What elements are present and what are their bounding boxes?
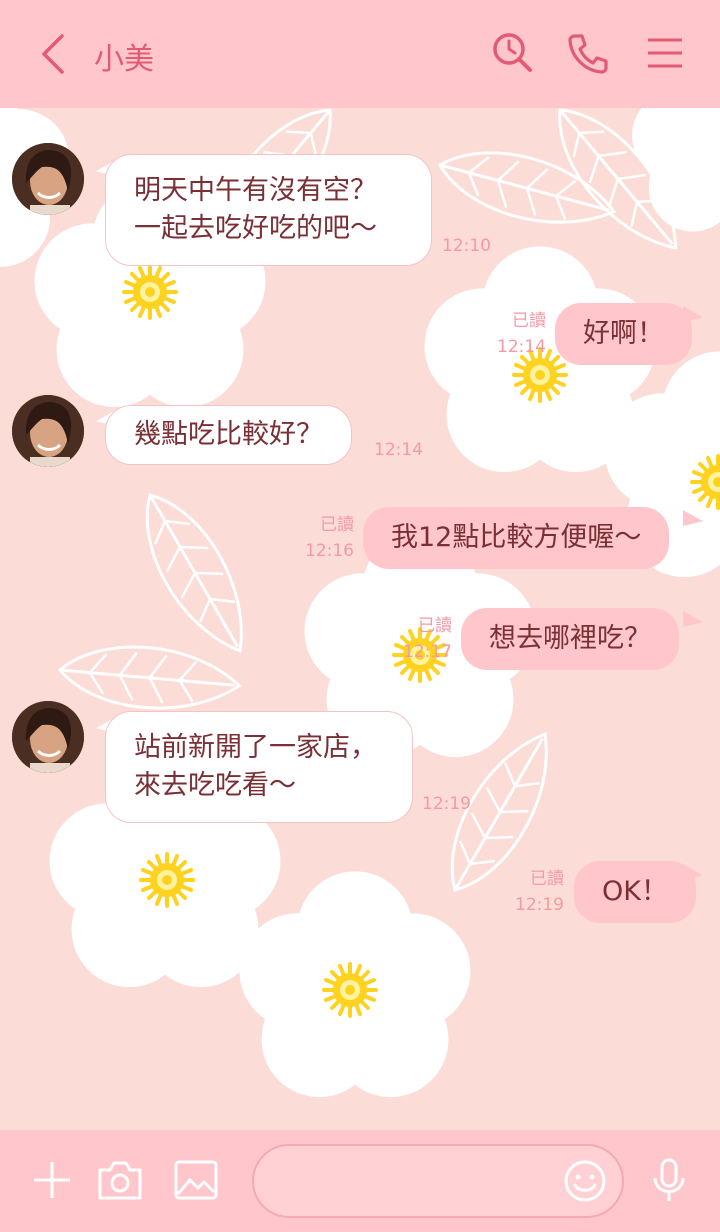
- outgoing-message[interactable]: 我12點比較方便喔～: [363, 507, 670, 569]
- menu-icon[interactable]: [642, 30, 688, 76]
- bubble-tail: [683, 510, 703, 526]
- plus-icon[interactable]: [28, 1156, 76, 1204]
- message-meta: 已讀 12:16: [296, 512, 354, 564]
- message-meta: 已讀 12:17: [398, 613, 452, 665]
- incoming-message[interactable]: 明天中午有沒有空？ 一起去吃好吃的吧～: [105, 154, 432, 266]
- message-line: 一起去吃好吃的吧～: [134, 213, 377, 244]
- search-icon[interactable]: [490, 30, 536, 76]
- outgoing-message[interactable]: 想去哪裡吃？: [461, 608, 679, 670]
- message-time: 12:19: [422, 794, 471, 814]
- message-line: 幾點吃比較好？: [134, 419, 323, 450]
- image-icon[interactable]: [172, 1156, 220, 1204]
- chat-title: 小美: [94, 42, 154, 77]
- message-list: 明天中午有沒有空？ 一起去吃好吃的吧～ 12:10 已讀 12:14 好啊！ 幾…: [0, 0, 720, 1232]
- message-line: 明天中午有沒有空？: [134, 175, 377, 206]
- message-input-box[interactable]: [252, 1144, 624, 1218]
- incoming-message[interactable]: 幾點吃比較好？: [105, 405, 352, 465]
- avatar[interactable]: [12, 701, 84, 773]
- chat-header: 小美: [0, 0, 720, 108]
- message-meta: 已讀 12:14: [490, 308, 546, 360]
- back-icon[interactable]: [36, 32, 72, 76]
- read-receipt: 已讀: [512, 311, 546, 331]
- message-meta: 已讀 12:19: [508, 866, 564, 918]
- message-time: 12:16: [305, 541, 354, 561]
- avatar-photo: [12, 395, 84, 467]
- message-time: 12:14: [374, 440, 423, 460]
- outgoing-message[interactable]: 好啊！: [555, 303, 692, 365]
- composer-bar: [0, 1130, 720, 1232]
- message-line: 來去吃吃看～: [134, 770, 296, 801]
- message-line: 站前新開了一家店，: [134, 732, 377, 763]
- incoming-message[interactable]: 站前新開了一家店， 來去吃吃看～: [105, 711, 413, 823]
- message-input[interactable]: [276, 1158, 550, 1206]
- message-time: 12:19: [515, 895, 564, 915]
- read-receipt: 已讀: [418, 616, 452, 636]
- read-receipt: 已讀: [530, 869, 564, 889]
- bubble-tail: [683, 611, 703, 627]
- bubble-tail: [683, 306, 703, 322]
- avatar[interactable]: [12, 143, 84, 215]
- microphone-icon[interactable]: [645, 1156, 693, 1204]
- avatar[interactable]: [12, 395, 84, 467]
- message-time: 12:10: [442, 236, 491, 256]
- camera-icon[interactable]: [96, 1156, 144, 1204]
- avatar-photo: [12, 143, 84, 215]
- emoji-icon[interactable]: [562, 1158, 608, 1204]
- message-time: 12:14: [497, 337, 546, 357]
- bubble-tail: [683, 864, 703, 880]
- read-receipt: 已讀: [320, 515, 354, 535]
- message-time: 12:17: [403, 642, 452, 662]
- phone-icon[interactable]: [565, 30, 611, 76]
- avatar-photo: [12, 701, 84, 773]
- outgoing-message[interactable]: OK！: [574, 861, 696, 923]
